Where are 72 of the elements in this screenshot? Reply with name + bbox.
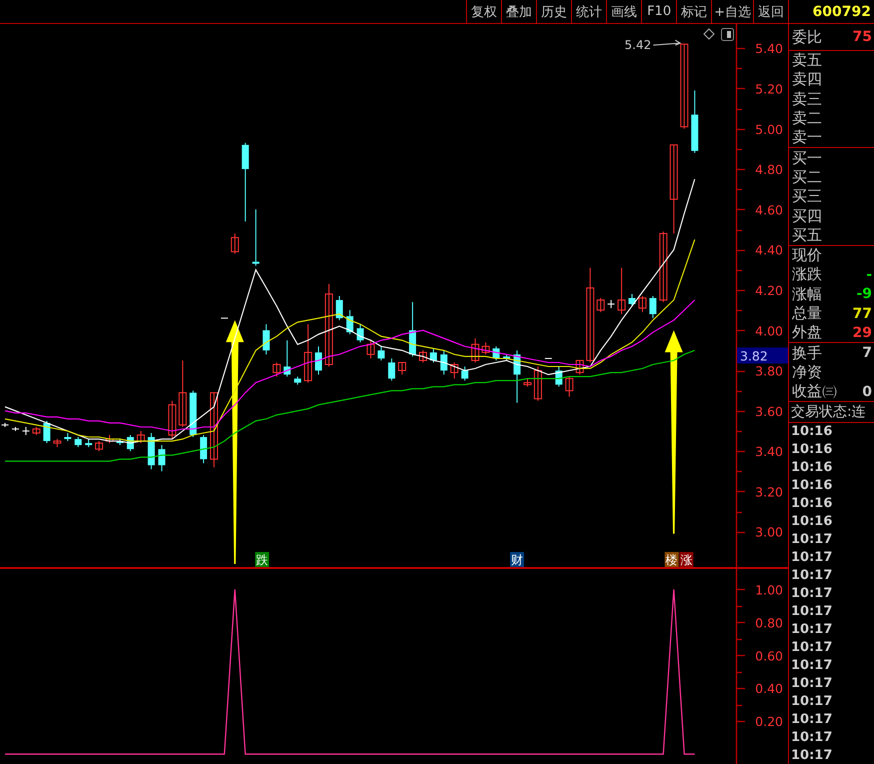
toolbar-button[interactable]: +自选 <box>711 0 753 23</box>
trade-time: 10:17 <box>790 657 834 676</box>
axis-label: 3.40 <box>755 444 783 460</box>
trade-time: 10:16 <box>790 513 834 532</box>
signal-tag: 楼 <box>664 552 679 567</box>
quote-label: 卖四 <box>792 70 822 90</box>
quote-label: 买三 <box>792 187 822 206</box>
trade-time: 10:16 <box>790 459 834 478</box>
quote-label: 涨跌 <box>792 265 822 284</box>
quote-label: 买四 <box>792 206 822 226</box>
axis-label: 4.40 <box>755 242 783 258</box>
trade-time: 10:17 <box>790 675 834 694</box>
quote-label: 换手 <box>792 344 822 363</box>
trade-time: 10:17 <box>790 639 834 658</box>
quote-label: 现价 <box>792 246 822 266</box>
quote-label: 外盘 <box>792 323 822 342</box>
axis-label: 0.60 <box>755 648 783 664</box>
quote-label: 涨幅 <box>792 284 822 304</box>
quote-value: 29 <box>852 324 872 341</box>
axis-label: 5.00 <box>755 122 783 137</box>
quote-label: 买二 <box>792 168 822 187</box>
trade-time: 10:16 <box>790 495 834 514</box>
quote-label: 卖二 <box>792 109 822 128</box>
axis-label: 4.80 <box>755 162 783 178</box>
quote-label: 买五 <box>792 226 822 245</box>
trade-time: 10:17 <box>790 621 834 640</box>
trade-time: 10:17 <box>790 531 834 550</box>
axis-label: 4.00 <box>755 323 783 338</box>
trade-time: 10:16 <box>790 423 834 442</box>
quote-label: 卖五 <box>792 51 822 70</box>
trade-time: 10:17 <box>790 729 834 748</box>
price-tag: 3.82 <box>737 348 788 364</box>
axis-label: 0.20 <box>755 714 783 730</box>
trade-time: 10:17 <box>790 711 834 730</box>
quote-value: -9 <box>856 286 872 302</box>
signal-tag: 涨 <box>679 552 694 567</box>
quote-label: 收益㈢ <box>792 382 837 402</box>
trade-time: 10:16 <box>790 477 834 496</box>
price-label: 5.42 <box>624 38 652 52</box>
trade-time: 10:17 <box>790 567 834 586</box>
axis-label: 4.60 <box>755 202 783 218</box>
axis-label: 3.80 <box>755 364 783 379</box>
axis-label: 5.40 <box>755 41 783 56</box>
axis-label: 3.00 <box>755 524 783 540</box>
trade-time: 10:17 <box>790 747 834 764</box>
trade-time: 10:17 <box>790 549 834 568</box>
quote-value: 7 <box>862 345 872 362</box>
quote-label: 买一 <box>792 148 822 168</box>
axis-label: 0.80 <box>755 615 783 630</box>
axis-label: 5.20 <box>755 81 783 96</box>
quote-value: 0 <box>862 384 872 400</box>
signal-tag: 财 <box>510 552 524 567</box>
quote-label: 卖一 <box>792 128 822 148</box>
trade-time: 10:17 <box>790 693 834 712</box>
quote-value: 77 <box>852 306 872 322</box>
quote-label: 净资 <box>792 362 822 382</box>
trade-time: 10:17 <box>790 603 834 622</box>
quote-value: 75 <box>852 29 872 45</box>
signal-tag: 跌 <box>255 552 270 567</box>
trade-status: 交易状态:连 <box>791 403 866 422</box>
axis-label: 3.20 <box>755 484 783 500</box>
quote-value: - <box>866 266 872 283</box>
quote-label: 总量 <box>792 304 822 323</box>
quote-label: 委比 <box>792 28 822 46</box>
axis-label: 0.40 <box>755 681 783 696</box>
trade-time: 10:17 <box>790 585 834 604</box>
axis-label: 1.00 <box>755 582 783 598</box>
trade-time: 10:16 <box>790 441 834 460</box>
axis-label: 4.20 <box>755 282 783 298</box>
stock-code: 600792 <box>812 4 871 20</box>
axis-label: 3.60 <box>755 404 783 419</box>
quote-label: 卖三 <box>792 90 822 109</box>
